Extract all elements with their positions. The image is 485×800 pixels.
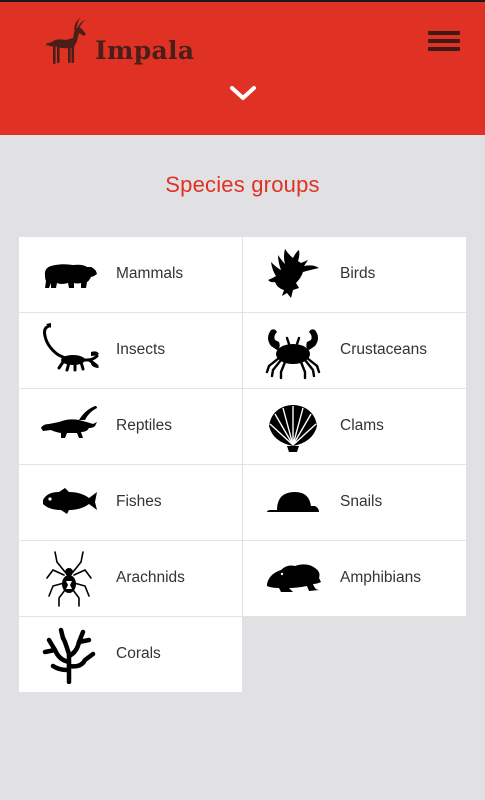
app-name: Impala — [95, 36, 195, 65]
row-divider — [19, 540, 466, 541]
group-label: Amphibians — [340, 569, 421, 586]
group-mammals[interactable]: Mammals — [19, 237, 242, 312]
crocodile-icon — [41, 406, 97, 438]
group-label: Birds — [340, 265, 376, 282]
group-label: Clams — [340, 417, 384, 434]
crab-icon — [265, 329, 321, 380]
group-label: Fishes — [116, 493, 162, 510]
group-label: Mammals — [116, 265, 184, 282]
group-label: Corals — [116, 645, 161, 662]
page-title: Species groups — [165, 172, 320, 197]
group-arachnids[interactable]: Arachnids — [19, 541, 242, 616]
coral-icon — [42, 627, 96, 684]
chevron-down-icon — [230, 86, 256, 100]
group-fishes[interactable]: Fishes — [19, 465, 242, 540]
group-label: Arachnids — [116, 569, 185, 586]
eagle-icon — [268, 249, 319, 298]
group-reptiles[interactable]: Reptiles — [19, 389, 242, 464]
menu-button[interactable] — [428, 28, 461, 54]
group-amphibians[interactable]: Amphibians — [243, 541, 466, 616]
hamburger-bar — [428, 47, 460, 51]
spider-icon — [46, 551, 92, 607]
scorpion-icon — [43, 323, 99, 372]
bear-icon — [44, 264, 97, 288]
group-corals[interactable]: Corals — [19, 617, 242, 692]
expand-button[interactable] — [226, 82, 260, 106]
row-divider — [19, 464, 466, 465]
app-header: Impala — [0, 2, 485, 135]
group-label: Snails — [340, 493, 383, 510]
fish-icon — [43, 488, 97, 514]
group-label: Crustaceans — [340, 341, 428, 358]
row-divider — [19, 616, 466, 617]
hamburger-bar — [428, 39, 460, 43]
group-label: Reptiles — [116, 417, 172, 434]
group-clams[interactable]: Clams — [243, 389, 466, 464]
row-divider — [19, 312, 466, 313]
frog-icon — [267, 564, 321, 592]
group-crustaceans[interactable]: Crustaceans — [243, 313, 466, 388]
impala-logo-icon — [46, 18, 86, 64]
group-label: Insects — [116, 341, 166, 358]
group-birds[interactable]: Birds — [243, 237, 466, 312]
group-insects[interactable]: Insects — [19, 313, 242, 388]
clam-shell-icon — [269, 405, 317, 452]
hamburger-menu-icon — [428, 31, 460, 35]
row-divider — [19, 388, 466, 389]
group-snails[interactable]: Snails — [243, 465, 466, 540]
snail-shell-icon — [267, 492, 319, 512]
